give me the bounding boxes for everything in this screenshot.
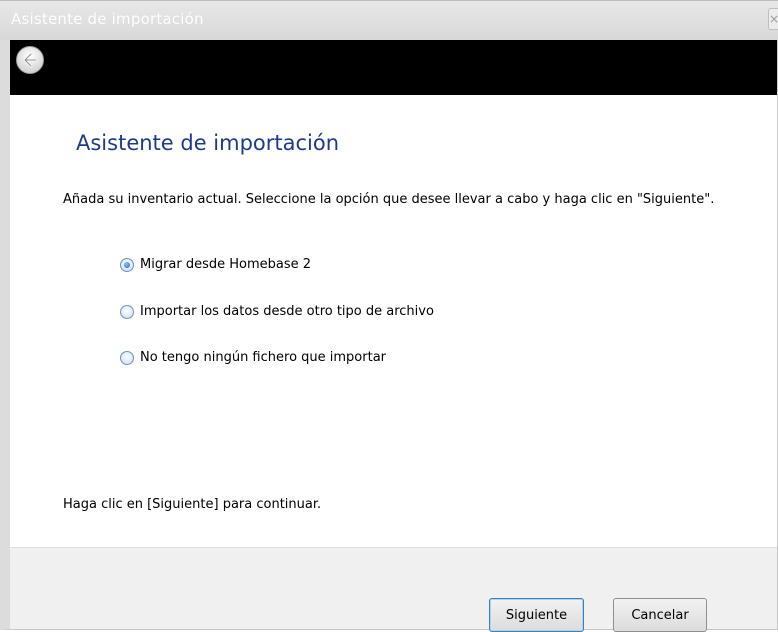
next-button[interactable]: Siguiente [489,598,584,632]
import-wizard-window: Asistente de importación × Asistente de … [0,0,778,632]
option-label: Importar los datos desde otro tipo de ar… [140,304,434,319]
title-bar[interactable]: Asistente de importación × [0,0,778,40]
option-no-file[interactable]: No tengo ningún fichero que importar [120,350,386,365]
radio-button[interactable] [120,350,134,365]
back-arrow-icon [23,52,38,68]
page-title: Asistente de importación [76,131,340,155]
option-label: No tengo ningún fichero que importar [140,350,387,365]
close-icon: × [769,12,778,26]
button-bar: Siguiente Cancelar [10,547,777,632]
window-title: Asistente de importación [11,10,204,28]
option-label: Migrar desde Homebase 2 [140,257,312,272]
intro-text: Añada su inventario actual. Seleccione l… [63,192,715,207]
close-button[interactable]: × [768,8,778,30]
back-button[interactable] [16,46,44,74]
radio-button[interactable] [120,304,134,319]
radio-button-selected[interactable] [120,257,134,272]
continue-hint: Haga clic en [Siguiente] para continuar. [63,497,322,512]
option-import-other-file[interactable]: Importar los datos desde otro tipo de ar… [120,304,434,319]
option-migrate-homebase[interactable]: Migrar desde Homebase 2 [120,257,311,272]
cancel-button[interactable]: Cancelar [613,598,707,632]
navigation-bar [10,40,777,95]
wizard-content: Asistente de importación Añada su invent… [10,95,777,547]
